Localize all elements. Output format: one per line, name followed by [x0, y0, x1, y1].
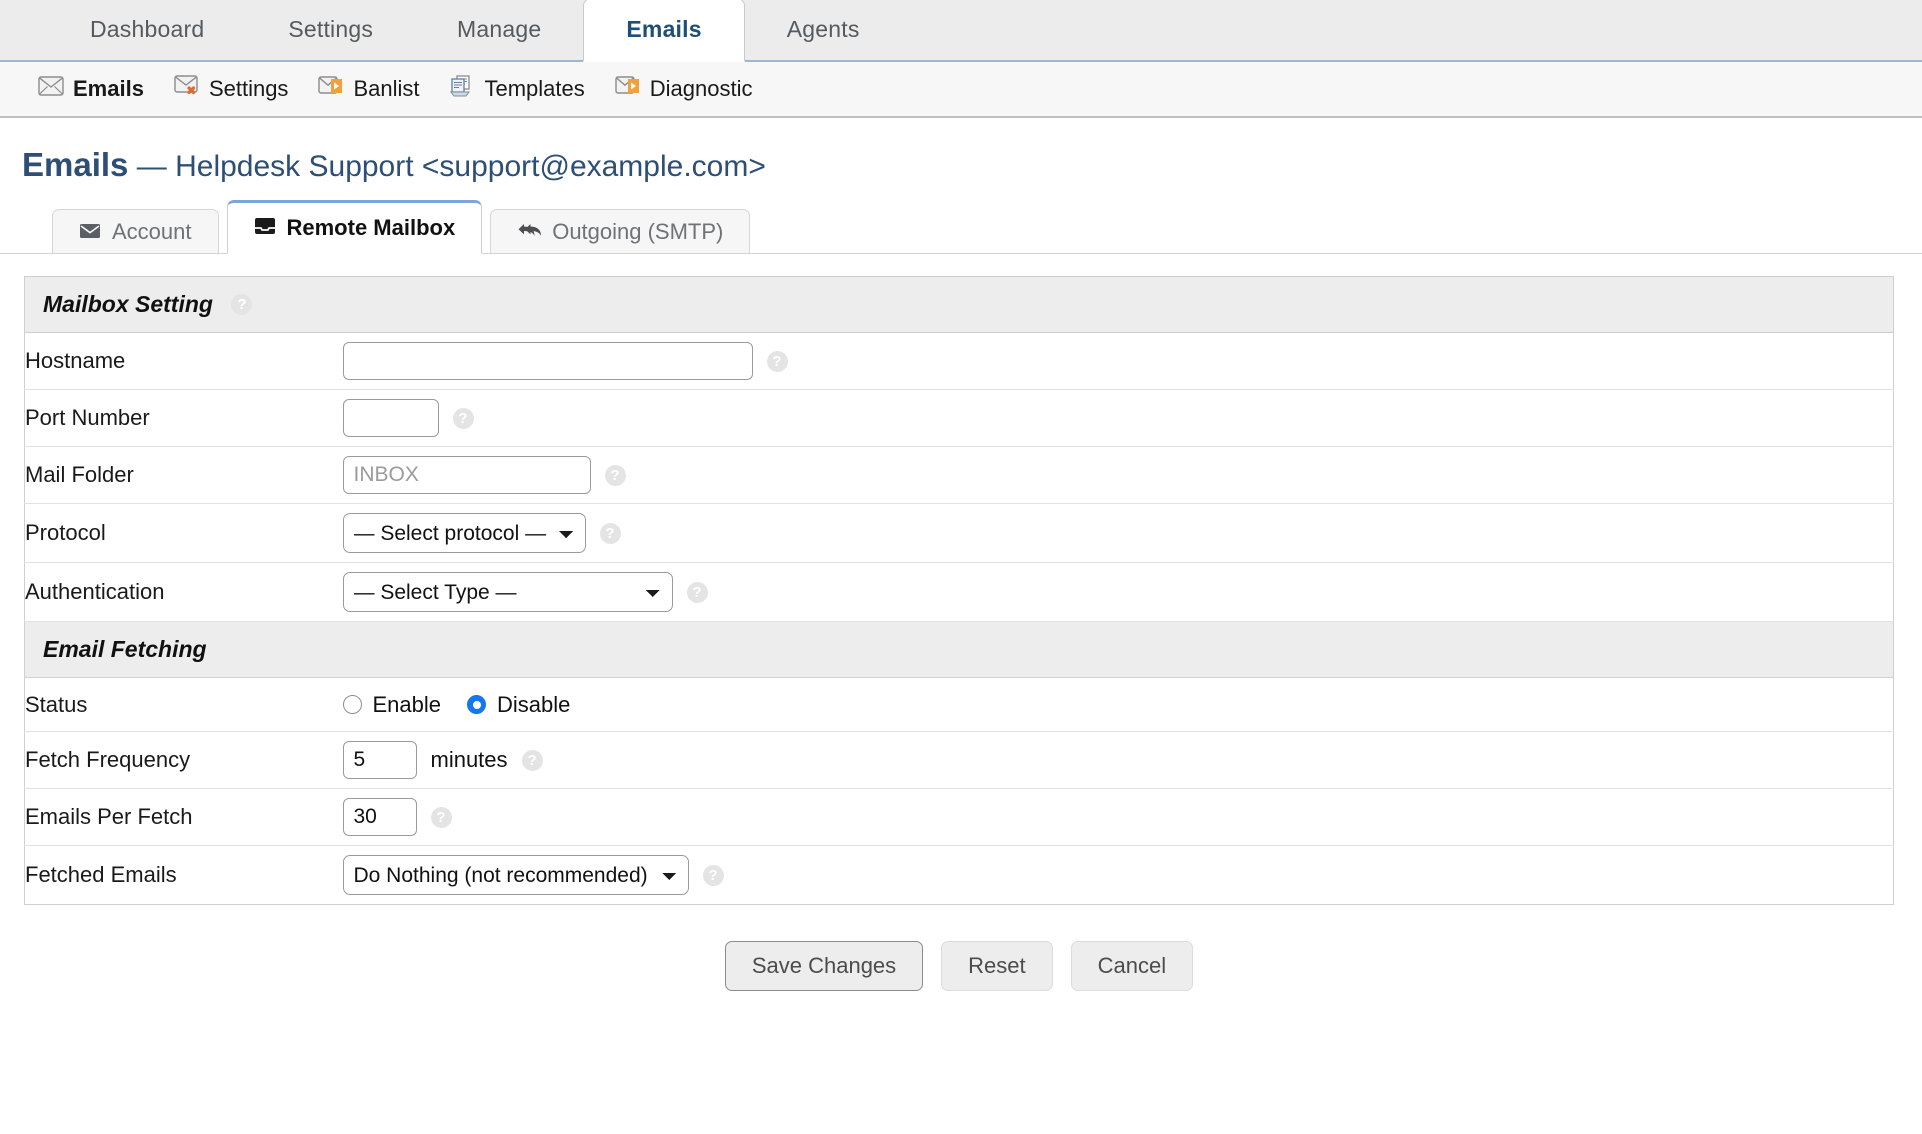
field-row-protocol: Protocol — Select protocol — ?: [24, 503, 1894, 563]
top-tab-settings[interactable]: Settings: [246, 0, 415, 60]
status-radio-disable[interactable]: Disable: [467, 692, 570, 718]
reset-button[interactable]: Reset: [941, 941, 1053, 991]
envelope-icon: [38, 76, 64, 102]
cancel-button[interactable]: Cancel: [1070, 941, 1194, 991]
help-icon-port-number[interactable]: ?: [452, 407, 474, 429]
subnav-label-banlist: Banlist: [353, 76, 420, 101]
port-number-input[interactable]: [342, 399, 439, 437]
emails-per-fetch-input[interactable]: [342, 798, 417, 836]
field-row-hostname: Hostname ?: [24, 332, 1894, 390]
fetched-emails-select[interactable]: Do Nothing (not recommended): [342, 855, 689, 895]
label-status: Status: [24, 677, 343, 732]
status-enable-label: Enable: [372, 691, 442, 717]
help-icon-mail-folder[interactable]: ?: [604, 464, 626, 486]
field-row-status: Status Enable Disable: [24, 677, 1894, 732]
subnav-label-settings: Settings: [208, 76, 289, 101]
envelope-arrow-icon: [318, 76, 344, 102]
help-icon-emails-per-fetch[interactable]: ?: [430, 806, 452, 828]
remote-mailbox-form: Mailbox Setting ? Hostname ? Port Number…: [0, 254, 1922, 991]
tab-outgoing-smtp[interactable]: Outgoing (SMTP): [490, 209, 751, 253]
top-tab-dashboard[interactable]: Dashboard: [48, 0, 246, 60]
label-port-number: Port Number: [24, 389, 343, 447]
fetch-frequency-input[interactable]: [342, 741, 417, 779]
tab-account-label: Account: [112, 218, 192, 244]
subnav-item-emails[interactable]: Emails: [30, 76, 166, 102]
field-row-mail-folder: Mail Folder ?: [24, 446, 1894, 504]
section-title-email-fetching: Email Fetching: [43, 636, 207, 662]
top-tab-emails[interactable]: Emails: [583, 0, 745, 62]
page-title: Emails — Helpdesk Support <support@examp…: [0, 118, 1922, 204]
help-icon-mailbox-setting[interactable]: ?: [231, 294, 253, 315]
top-tab-agents[interactable]: Agents: [745, 0, 902, 60]
page-title-main: Emails: [22, 146, 129, 183]
section-title-mailbox-setting: Mailbox Setting: [43, 291, 213, 317]
help-icon-fetch-frequency[interactable]: ?: [521, 749, 543, 771]
primary-navigation-bar: Dashboard Settings Manage Emails Agents: [0, 0, 1922, 62]
fetch-frequency-unit: minutes: [430, 747, 508, 772]
reply-all-icon: [517, 219, 542, 245]
page-title-subtitle: Helpdesk Support <support@example.com>: [175, 150, 766, 183]
subnav-label-emails: Emails: [73, 76, 144, 101]
section-header-email-fetching: Email Fetching: [24, 621, 1894, 678]
subnav-item-banlist[interactable]: Banlist: [310, 76, 441, 102]
radio-circle-disable: [467, 695, 487, 714]
help-icon-protocol[interactable]: ?: [599, 522, 621, 544]
tab-remote-mailbox[interactable]: Remote Mailbox: [226, 200, 483, 254]
settings-table: Mailbox Setting ? Hostname ? Port Number…: [24, 276, 1894, 905]
status-radio-group: Enable Disable: [342, 691, 570, 718]
subnav-item-settings[interactable]: Settings: [166, 75, 311, 103]
section-header-mailbox-setting: Mailbox Setting ?: [24, 276, 1894, 333]
help-icon-fetched-emails[interactable]: ?: [702, 864, 724, 886]
subnav-item-diagnostic[interactable]: Diagnostic: [607, 76, 775, 102]
label-fetch-frequency: Fetch Frequency: [24, 731, 343, 789]
label-hostname: Hostname: [24, 332, 343, 390]
field-row-emails-per-fetch: Emails Per Fetch ?: [24, 788, 1894, 846]
authentication-select[interactable]: — Select Type —: [342, 572, 673, 612]
label-protocol: Protocol: [24, 503, 343, 563]
settings-tab-bar: Account Remote Mailbox Outgoing (SMTP): [0, 200, 1922, 254]
tab-outgoing-smtp-label: Outgoing (SMTP): [552, 218, 724, 244]
envelope-arrow-icon: [615, 76, 641, 102]
subnav-label-diagnostic: Diagnostic: [649, 76, 753, 101]
subnav-label-templates: Templates: [484, 76, 585, 101]
field-row-fetched-emails: Fetched Emails Do Nothing (not recommend…: [25, 846, 1894, 905]
status-disable-label: Disable: [497, 691, 571, 717]
secondary-navigation-bar: Emails Settings Banlist Templates Diagno…: [0, 62, 1922, 118]
radio-circle-enable: [342, 695, 362, 714]
template-icon: [449, 75, 475, 103]
label-fetched-emails: Fetched Emails: [25, 862, 177, 887]
tab-remote-mailbox-label: Remote Mailbox: [286, 215, 456, 240]
mail-folder-input[interactable]: [342, 456, 591, 494]
label-mail-folder: Mail Folder: [24, 446, 343, 504]
field-row-authentication: Authentication — Select Type — ?: [24, 562, 1894, 622]
help-icon-hostname[interactable]: ?: [766, 350, 788, 372]
status-radio-enable[interactable]: Enable: [342, 691, 442, 718]
form-actions: Save Changes Reset Cancel: [24, 905, 1894, 991]
subnav-item-templates[interactable]: Templates: [441, 75, 606, 103]
label-emails-per-fetch: Emails Per Fetch: [24, 788, 343, 846]
help-icon-authentication[interactable]: ?: [686, 581, 708, 603]
save-changes-button[interactable]: Save Changes: [724, 941, 924, 991]
field-row-port-number: Port Number ?: [24, 389, 1894, 447]
envelope-icon: [79, 219, 101, 245]
hostname-input[interactable]: [342, 342, 753, 380]
page-title-separator: —: [136, 150, 167, 183]
top-tab-manage[interactable]: Manage: [415, 0, 583, 60]
label-authentication: Authentication: [24, 562, 343, 622]
tab-account[interactable]: Account: [52, 209, 219, 253]
inbox-icon: [254, 215, 276, 241]
field-row-fetch-frequency: Fetch Frequency minutes ?: [24, 731, 1894, 789]
protocol-select[interactable]: — Select protocol —: [342, 513, 586, 553]
envelope-settings-icon: [174, 75, 200, 103]
